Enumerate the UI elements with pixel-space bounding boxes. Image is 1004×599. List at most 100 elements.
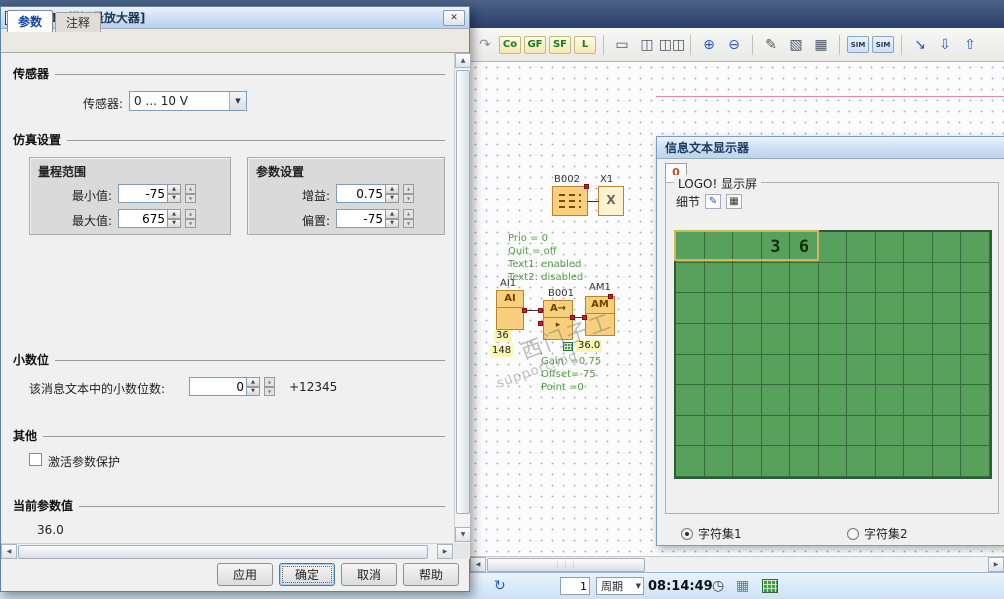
zoom-out-icon[interactable]: ⊖	[723, 34, 745, 56]
lcd-cell[interactable]	[961, 232, 990, 263]
lcd-cell[interactable]	[847, 415, 876, 447]
lcd-cell[interactable]	[904, 415, 933, 447]
spin-down-icon[interactable]: ▼	[168, 193, 181, 203]
gain-spinner[interactable]: ▲ ▼	[386, 184, 399, 203]
offset-adjust-control[interactable]: ▲ ▼	[403, 209, 414, 228]
fit-selection-icon[interactable]: ↘	[909, 34, 931, 56]
decimal-adjust-control[interactable]: ▲ ▼	[264, 377, 275, 396]
lcd-cell[interactable]	[790, 415, 819, 447]
lcd-cell[interactable]	[761, 293, 791, 324]
max-value-input[interactable]	[118, 209, 168, 228]
lcd-cell[interactable]	[932, 293, 962, 324]
lcd-cell[interactable]	[704, 385, 734, 416]
lcd-cell[interactable]	[904, 232, 933, 263]
lcd-cell[interactable]	[818, 354, 848, 386]
charset2-radio[interactable]: 字符集2	[847, 525, 908, 542]
lcd-cell[interactable]	[676, 385, 705, 416]
ok-button[interactable]: 确定	[279, 563, 335, 586]
redo-icon[interactable]: ↷	[474, 34, 496, 56]
lcd-cell[interactable]	[676, 293, 705, 324]
min-value-adjust-control[interactable]: ▲ ▼	[185, 184, 196, 203]
lcd-cell[interactable]	[704, 262, 734, 294]
edit-icon[interactable]: ✎	[705, 194, 722, 209]
gain-input[interactable]	[336, 184, 386, 203]
lcd-cell[interactable]	[904, 446, 933, 477]
lcd-cell[interactable]	[875, 446, 905, 477]
lcd-cell[interactable]	[847, 385, 876, 416]
block-x1[interactable]: X	[598, 186, 624, 216]
charset-grid-icon[interactable]: ▦	[726, 194, 743, 209]
lcd-cell[interactable]	[818, 232, 848, 263]
lcd-cell[interactable]	[932, 415, 962, 447]
spin-up-icon[interactable]: ▲	[386, 184, 399, 194]
lcd-cell[interactable]	[733, 262, 762, 294]
spin-down-icon[interactable]: ▼	[168, 218, 181, 228]
refresh-icon[interactable]: ↻	[494, 577, 506, 595]
lcd-cell[interactable]	[704, 446, 734, 477]
block-ai1[interactable]: AI	[496, 290, 524, 330]
canvas-horizontal-scrollbar[interactable]: ◀ ⋮⋮⋮ ▶	[470, 556, 1004, 572]
lcd-cell[interactable]	[761, 323, 791, 355]
pencil-icon[interactable]: ✎	[760, 34, 782, 56]
window-split-3-icon[interactable]: ◫◫	[659, 34, 685, 56]
lcd-cell[interactable]	[818, 293, 848, 324]
lcd-cell[interactable]	[676, 415, 705, 447]
lcd-cell[interactable]	[676, 232, 705, 263]
lcd-cell[interactable]	[932, 446, 962, 477]
spin-up-icon[interactable]: ▲	[386, 209, 399, 219]
lcd-cell[interactable]	[904, 323, 933, 355]
lcd-cell[interactable]	[818, 415, 848, 447]
max-value-adjust-control[interactable]: ▲ ▼	[185, 209, 196, 228]
circuit-canvas[interactable]: B002 X1 X Prio = 0 Quit = off Text1: ena…	[470, 62, 1004, 556]
hatch-grid-icon[interactable]: ▦	[810, 34, 832, 56]
lcd-cell[interactable]	[676, 446, 705, 477]
clock-icon[interactable]: ◷	[712, 577, 724, 595]
lcd-cell[interactable]	[790, 385, 819, 416]
lcd-cell[interactable]	[961, 385, 990, 416]
dialog-vertical-scrollbar[interactable]: ▲ ▼	[454, 53, 471, 543]
charset1-radio[interactable]: 字符集1	[681, 525, 742, 542]
lcd-cell[interactable]	[733, 354, 762, 386]
cycle-count-input[interactable]	[560, 577, 590, 595]
lcd-cell[interactable]	[932, 385, 962, 416]
lcd-cell[interactable]	[676, 262, 705, 294]
dialog-horizontal-scrollbar[interactable]: ◀ ▶	[1, 543, 453, 559]
gain-adjust-control[interactable]: ▲ ▼	[403, 184, 414, 203]
lcd-cell[interactable]	[904, 385, 933, 416]
window-split-2-icon[interactable]: ◫	[636, 34, 658, 56]
lcd-cell[interactable]: 3	[761, 232, 791, 263]
min-value-spinner[interactable]: ▲ ▼	[168, 184, 181, 203]
upload-icon[interactable]: ⇧	[959, 34, 981, 56]
lcd-cell[interactable]	[733, 323, 762, 355]
dialog-hscroll-thumb[interactable]	[18, 545, 428, 559]
protection-checkbox[interactable]	[29, 453, 42, 466]
message-window-titlebar[interactable]: 信息文本显示器	[657, 137, 1004, 159]
lcd-cell[interactable]	[761, 446, 791, 477]
lcd-cell[interactable]	[904, 354, 933, 386]
canvas-scrollbar-thumb[interactable]: ⋮⋮⋮	[487, 558, 645, 572]
lcd-cell[interactable]	[932, 354, 962, 386]
lcd-cell[interactable]	[932, 323, 962, 355]
zoom-in-icon[interactable]: ⊕	[698, 34, 720, 56]
offset-input[interactable]	[336, 209, 386, 228]
lcd-cell[interactable]	[961, 415, 990, 447]
connectors-button[interactable]: Co	[499, 35, 521, 54]
lcd-cell[interactable]	[875, 262, 905, 294]
lcd-cell[interactable]	[818, 385, 848, 416]
lcd-cell[interactable]	[818, 262, 848, 294]
lcd-cell[interactable]	[733, 446, 762, 477]
lcd-cell[interactable]	[847, 293, 876, 324]
lcd-cell[interactable]	[704, 323, 734, 355]
lcd-cell[interactable]	[847, 262, 876, 294]
spin-up-icon[interactable]: ▲	[168, 184, 181, 194]
max-value-spinner[interactable]: ▲ ▼	[168, 209, 181, 228]
lcd-status-icon[interactable]	[762, 579, 778, 593]
dialog-vscroll-thumb[interactable]	[456, 70, 470, 514]
lcd-cell[interactable]	[818, 323, 848, 355]
lcd-cell[interactable]	[733, 293, 762, 324]
lcd-cell[interactable]	[761, 354, 791, 386]
lcd-cell[interactable]	[704, 293, 734, 324]
lcd-cell[interactable]	[875, 293, 905, 324]
online-test-icon[interactable]: SIM	[872, 36, 894, 53]
lcd-cell[interactable]	[761, 415, 791, 447]
